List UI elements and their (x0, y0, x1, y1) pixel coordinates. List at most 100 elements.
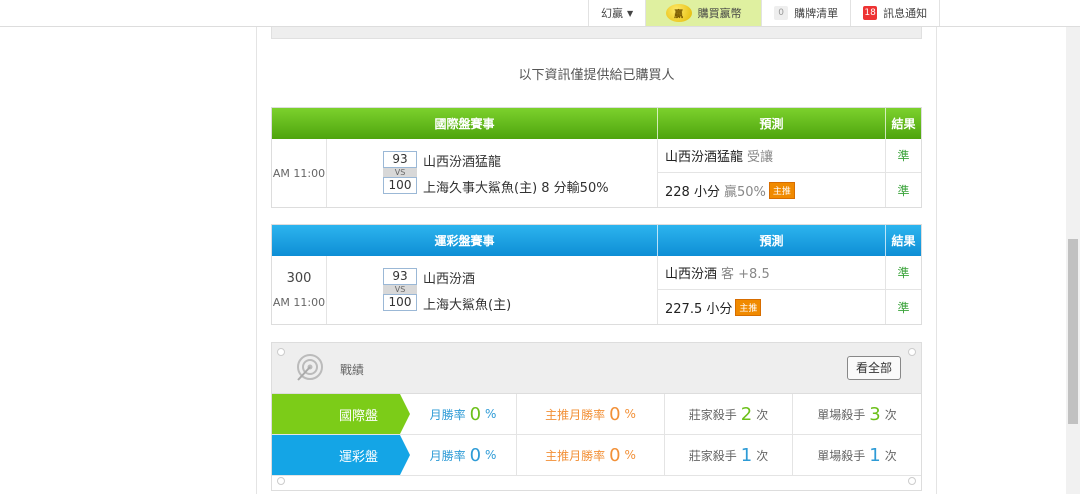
view-all-button[interactable]: 看全部 (846, 356, 901, 380)
notification-count-badge: 18 (863, 6, 878, 20)
stat-label: 月勝率 (429, 448, 466, 463)
intl-result-header: 結果 (891, 117, 916, 131)
stat-label: 單場殺手 (817, 448, 866, 463)
stat-label: 單場殺手 (817, 407, 866, 422)
menu-dropdown[interactable]: 幻贏 ▼ (588, 0, 645, 26)
stat-unit: % (485, 407, 497, 421)
notifications-link[interactable]: 18 訊息通知 (850, 0, 941, 26)
bookmaker-killer: 莊家殺手 1 次 (665, 435, 793, 475)
corner-dot-icon (277, 477, 285, 485)
corner-dot-icon (908, 477, 916, 485)
intl-score-home: 100 (383, 177, 417, 194)
stat-unit: 次 (756, 448, 769, 463)
intl-table-header: 國際盤賽事 預測 結果 (272, 108, 921, 139)
intl-match-cell: 93 VS 100 山西汾酒猛龍 上海久事大鯊魚(主) 8 分輸50% (327, 139, 658, 207)
corner-dot-icon (277, 348, 285, 356)
record-row-lottery: 運彩盤 月勝率 0% 主推月勝率 0% 莊家殺手 1 次 單場殺手 1 次 (272, 435, 921, 476)
lottery-score-home: 100 (383, 294, 417, 311)
record-row-intl: 國際盤 月勝率 0% 主推月勝率 0% 莊家殺手 2 次 單場殺手 3 次 (272, 394, 921, 435)
main-pick-month-win-rate: 主推月勝率 0% (517, 394, 665, 434)
lottery-pred-header: 預測 (658, 225, 886, 256)
intl-time-cell: AM 11:00 (272, 139, 327, 207)
intl-prediction-cell: 山西汾酒猛龍 受讓 228 小分 贏50% 主推 (658, 139, 886, 207)
buy-coins-label: 購買嬴幣 (697, 7, 742, 20)
stat-value: 1 (869, 444, 881, 466)
lottery-team-away: 山西汾酒 (423, 272, 476, 287)
month-win-rate: 月勝率 0% (400, 435, 517, 475)
vs-label: VS (383, 285, 417, 294)
target-icon (297, 354, 323, 381)
single-game-killer: 單場殺手 1 次 (793, 435, 921, 475)
lottery-time-cell: 300 AM 11:00 (272, 256, 327, 324)
corner-dot-icon (908, 348, 916, 356)
intl-pred2-main: 228 小分 (665, 184, 720, 200)
stat-value: 3 (869, 403, 881, 425)
lottery-result-2: 準 (897, 300, 910, 315)
intl-game-header: 國際盤賽事 (272, 108, 658, 139)
lottery-result-1: 準 (886, 256, 921, 290)
main-pick-month-win-rate: 主推月勝率 0% (517, 435, 665, 475)
lottery-result-header: 結果 (891, 234, 916, 248)
lottery-pred1-sub: 客 +8.5 (721, 267, 770, 282)
record-row-label: 國際盤 (272, 394, 410, 434)
stat-label: 主推月勝率 (545, 407, 606, 422)
buy-coins-button[interactable]: 贏 購買嬴幣 (645, 0, 762, 26)
lottery-table: 運彩盤賽事 預測 結果 300 AM 11:00 93 VS 100 山西汾酒 … (271, 224, 922, 325)
lottery-result-cell: 準 準 (886, 256, 921, 324)
stat-unit: 次 (884, 407, 897, 422)
lottery-match-cell: 93 VS 100 山西汾酒 上海大鯊魚(主) (327, 256, 658, 324)
month-win-rate: 月勝率 0% (400, 394, 517, 434)
lottery-prediction-cell: 山西汾酒客 +8.5 227.5 小分 主推 (658, 256, 886, 324)
intl-table: 國際盤賽事 預測 結果 AM 11:00 93 VS 100 山西汾酒猛龍 上海… (271, 107, 922, 208)
stat-label: 月勝率 (429, 407, 466, 422)
stat-label: 莊家殺手 (688, 448, 737, 463)
stat-value: 0 (609, 444, 621, 466)
intl-pred-header: 預測 (658, 108, 886, 139)
bookmaker-killer: 莊家殺手 2 次 (665, 394, 793, 434)
lottery-table-header: 運彩盤賽事 預測 結果 (272, 225, 921, 256)
vs-label: VS (383, 168, 417, 177)
stat-value: 0 (469, 403, 482, 425)
stat-value: 0 (469, 444, 482, 466)
stat-unit: % (624, 448, 636, 462)
lottery-prediction-2: 227.5 小分 主推 (658, 290, 885, 324)
lottery-score-away: 93 (383, 268, 417, 285)
stat-unit: 次 (756, 407, 769, 422)
caret-down-icon: ▼ (627, 8, 634, 18)
stat-value: 1 (740, 444, 753, 466)
lottery-game-time: AM 11:00 (272, 296, 326, 309)
cart-list-link[interactable]: 0 購牌清單 (761, 0, 850, 26)
stat-unit: % (624, 407, 636, 421)
vertical-scrollbar[interactable] (1066, 27, 1080, 494)
cart-count-badge: 0 (774, 6, 789, 20)
intl-score-away: 93 (383, 151, 417, 168)
stat-label: 莊家殺手 (688, 407, 737, 422)
intl-pred1-sub: 受讓 (747, 150, 774, 165)
intl-prediction-2: 228 小分 贏50% 主推 (658, 173, 885, 207)
coin-icon: 贏 (665, 4, 692, 22)
record-row-label: 運彩盤 (272, 435, 410, 475)
lottery-prediction-1: 山西汾酒客 +8.5 (658, 256, 885, 290)
intl-table-row: AM 11:00 93 VS 100 山西汾酒猛龍 上海久事大鯊魚(主) 8 分… (272, 139, 921, 207)
scrollbar-thumb[interactable] (1068, 239, 1078, 424)
single-game-killer: 單場殺手 3 次 (793, 394, 921, 434)
main-pick-tag: 主推 (768, 181, 795, 199)
lottery-team-home: 上海大鯊魚(主) (423, 298, 512, 313)
menu-label: 幻贏 (601, 7, 623, 20)
intl-game-time: AM 11:00 (272, 166, 326, 180)
intl-pred2-sub: 贏50% (723, 184, 766, 200)
record-header: 戰績 看全部 (272, 343, 921, 394)
intl-result-cell: 準 準 (886, 139, 921, 207)
stat-value: 2 (740, 403, 753, 425)
lottery-game-number: 300 (286, 271, 312, 286)
intl-team-away: 山西汾酒猛龍 (423, 155, 502, 170)
stat-unit: % (485, 448, 497, 462)
lottery-pred2-main: 227.5 小分 (665, 301, 733, 317)
lottery-table-row: 300 AM 11:00 93 VS 100 山西汾酒 上海大鯊魚(主) 山西汾… (272, 256, 921, 324)
cart-list-label: 購牌清單 (794, 7, 839, 20)
record-section: 戰績 看全部 國際盤 月勝率 0% 主推月勝率 0% 莊家殺手 2 次 單場殺手 3 次 運… (271, 342, 922, 491)
content-strip (271, 27, 922, 39)
lottery-game-header: 運彩盤賽事 (272, 225, 658, 256)
stat-unit: 次 (884, 448, 897, 463)
purchaser-notice: 以下資訊僅提供給已購買人 (518, 68, 675, 83)
